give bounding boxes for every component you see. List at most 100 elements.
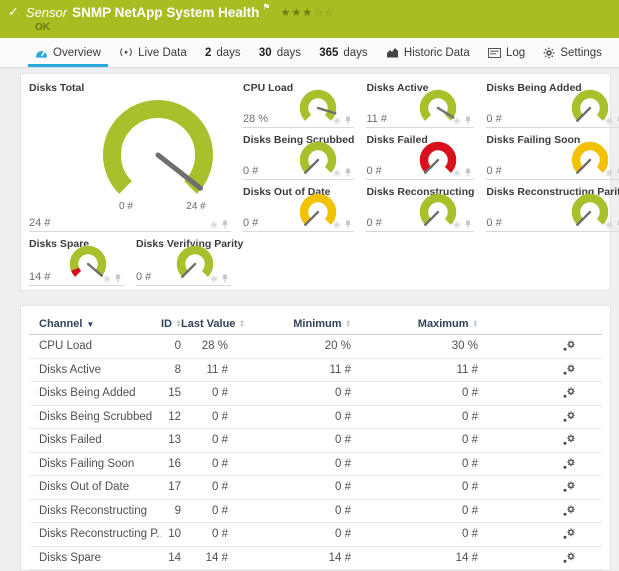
table-row[interactable]: Disks Failed130 #0 #0 # [29, 429, 602, 453]
gauge-title: Disks Total [29, 80, 231, 94]
column-header-last-value[interactable]: Last Value▲▼ [181, 318, 228, 330]
cell-channel[interactable]: Disks Out of Date [29, 481, 161, 493]
table-row[interactable]: Disks Reconstructing90 #0 #0 # [29, 500, 602, 524]
cell-last-value: 0 # [181, 387, 228, 399]
table-row[interactable]: CPU Load028 %20 %30 % [29, 335, 602, 359]
tab-30-days[interactable]: 30days [252, 38, 308, 67]
gear-icon[interactable] [453, 221, 461, 229]
gauge-tile-disks-being-added[interactable]: Disks Being Added0 # [486, 80, 619, 128]
sort-desc-icon[interactable]: ▼ [86, 320, 94, 329]
cell-last-value: 0 # [181, 434, 228, 446]
gauge-icon [35, 47, 48, 59]
cell-channel[interactable]: Disks Being Scrubbed [29, 411, 161, 423]
gauge-value: 0 # [243, 165, 258, 177]
table-row[interactable]: Disks Out of Date170 #0 #0 # [29, 476, 602, 500]
tab-2-days[interactable]: 2days [198, 38, 248, 67]
gauge-tile-actions [210, 220, 229, 229]
cell-minimum: 0 # [228, 528, 351, 540]
cell-channel[interactable]: Disks Spare [29, 552, 161, 564]
gauge-tile-actions [453, 220, 472, 229]
priority-stars[interactable]: ★★★☆☆ [280, 6, 334, 19]
table-row[interactable]: Disks Being Scrubbed120 #0 #0 # [29, 406, 602, 430]
gear-icon[interactable] [453, 117, 461, 125]
stars-filled[interactable]: ★★★ [280, 7, 313, 19]
cell-channel[interactable]: Disks Failed [29, 434, 161, 446]
pin-icon[interactable] [464, 220, 472, 229]
column-header-id[interactable]: ID▲▼ [161, 318, 181, 330]
channel-settings-icon[interactable] [562, 508, 576, 520]
gauge-tile-disks-reconstructing-parity[interactable]: Disks Reconstructing Parity0 # [486, 184, 619, 232]
channel-settings-icon[interactable] [562, 531, 576, 543]
gauge-tile-disks-active[interactable]: Disks Active11 # [366, 80, 474, 128]
cell-channel[interactable]: Disks Reconstructing P... [29, 528, 161, 540]
cell-channel[interactable]: Disks Being Added [29, 387, 161, 399]
gear-icon[interactable] [333, 221, 341, 229]
pin-icon[interactable] [114, 274, 122, 283]
gear-icon[interactable] [605, 117, 613, 125]
gauge-tile-disks-failing-soon[interactable]: Disks Failing Soon0 # [486, 132, 619, 180]
cell-channel[interactable]: Disks Failing Soon [29, 458, 161, 470]
gear-icon[interactable] [210, 221, 218, 229]
column-header-minimum[interactable]: Minimum▲▼ [228, 318, 351, 330]
cell-channel[interactable]: Disks Active [29, 364, 161, 376]
cell-channel[interactable]: CPU Load [29, 340, 161, 352]
tab-log[interactable]: Log [481, 38, 532, 67]
column-header-maximum[interactable]: Maximum▲▼ [351, 318, 478, 330]
table-row[interactable]: Disks Being Added150 #0 #0 # [29, 382, 602, 406]
table-row[interactable]: Disks Reconstructing P...100 #0 #0 # [29, 523, 602, 547]
pin-icon[interactable] [221, 274, 229, 283]
gear-icon[interactable] [103, 275, 111, 283]
channel-settings-icon[interactable] [562, 484, 576, 496]
table-row[interactable]: Disks Active811 #11 #11 # [29, 359, 602, 383]
tab-live-data[interactable]: Live Data [112, 38, 194, 67]
gauge-tile-disks-total[interactable]: Disks Total0 #24 #24 # [29, 80, 231, 232]
cell-actions [478, 434, 602, 446]
gauge-tile-disks-out-of-date[interactable]: Disks Out of Date0 # [243, 184, 354, 232]
gear-icon[interactable] [210, 275, 218, 283]
channel-settings-icon[interactable] [562, 390, 576, 402]
channel-settings-icon[interactable] [562, 367, 576, 379]
channel-settings-icon[interactable] [562, 555, 576, 567]
gear-icon[interactable] [453, 169, 461, 177]
flag-icon[interactable]: ⚑ [262, 2, 270, 13]
tab-settings[interactable]: Settings [536, 38, 609, 67]
tab-overview[interactable]: Overview [28, 38, 108, 67]
pin-icon[interactable] [464, 168, 472, 177]
gauge-value: 14 # [29, 271, 50, 283]
gauge-tile-disks-failed[interactable]: Disks Failed0 # [366, 132, 474, 180]
gear-icon[interactable] [333, 169, 341, 177]
table-row[interactable]: Disks Spare1414 #14 #14 # [29, 547, 602, 571]
gauge-tile-disks-spare[interactable]: Disks Spare14 # [29, 236, 124, 286]
pin-icon[interactable] [464, 116, 472, 125]
cell-last-value: 0 # [181, 411, 228, 423]
cell-channel[interactable]: Disks Reconstructing [29, 505, 161, 517]
channels-table-card: Channel▼ID▲▼Last Value▲▼Minimum▲▼Maximum… [20, 305, 611, 571]
sort-icon[interactable]: ▲▼ [473, 320, 478, 329]
gear-icon[interactable] [605, 221, 613, 229]
stars-empty[interactable]: ☆☆ [313, 7, 335, 19]
cell-minimum: 0 # [228, 434, 351, 446]
cell-actions [478, 411, 602, 423]
pin-icon[interactable] [344, 168, 352, 177]
column-header-channel[interactable]: Channel▼ [29, 318, 161, 330]
pin-icon[interactable] [344, 116, 352, 125]
pin-icon[interactable] [344, 220, 352, 229]
gear-icon[interactable] [605, 169, 613, 177]
gauge-tile-cpu-load[interactable]: CPU Load28 % [243, 80, 354, 128]
pin-icon[interactable] [221, 220, 229, 229]
channel-settings-icon[interactable] [562, 437, 576, 449]
channel-settings-icon[interactable] [562, 343, 576, 355]
table-row[interactable]: Disks Failing Soon160 #0 #0 # [29, 453, 602, 477]
gauge-tile-disks-being-scrubbed[interactable]: Disks Being Scrubbed0 # [243, 132, 354, 180]
gauge-tile-disks-verifying-parity[interactable]: Disks Verifying Parity0 # [136, 236, 231, 286]
cell-id: 9 [161, 505, 181, 517]
tab-historic-data[interactable]: Historic Data [379, 38, 477, 67]
status-badge: OK [35, 22, 50, 33]
gear-icon[interactable] [333, 117, 341, 125]
cell-id: 10 [161, 528, 181, 540]
check-icon: ✓ [8, 4, 19, 20]
gauge-tile-disks-reconstructing[interactable]: Disks Reconstructing0 # [366, 184, 474, 232]
tab-365-days[interactable]: 365days [312, 38, 374, 67]
channel-settings-icon[interactable] [562, 461, 576, 473]
channel-settings-icon[interactable] [562, 414, 576, 426]
